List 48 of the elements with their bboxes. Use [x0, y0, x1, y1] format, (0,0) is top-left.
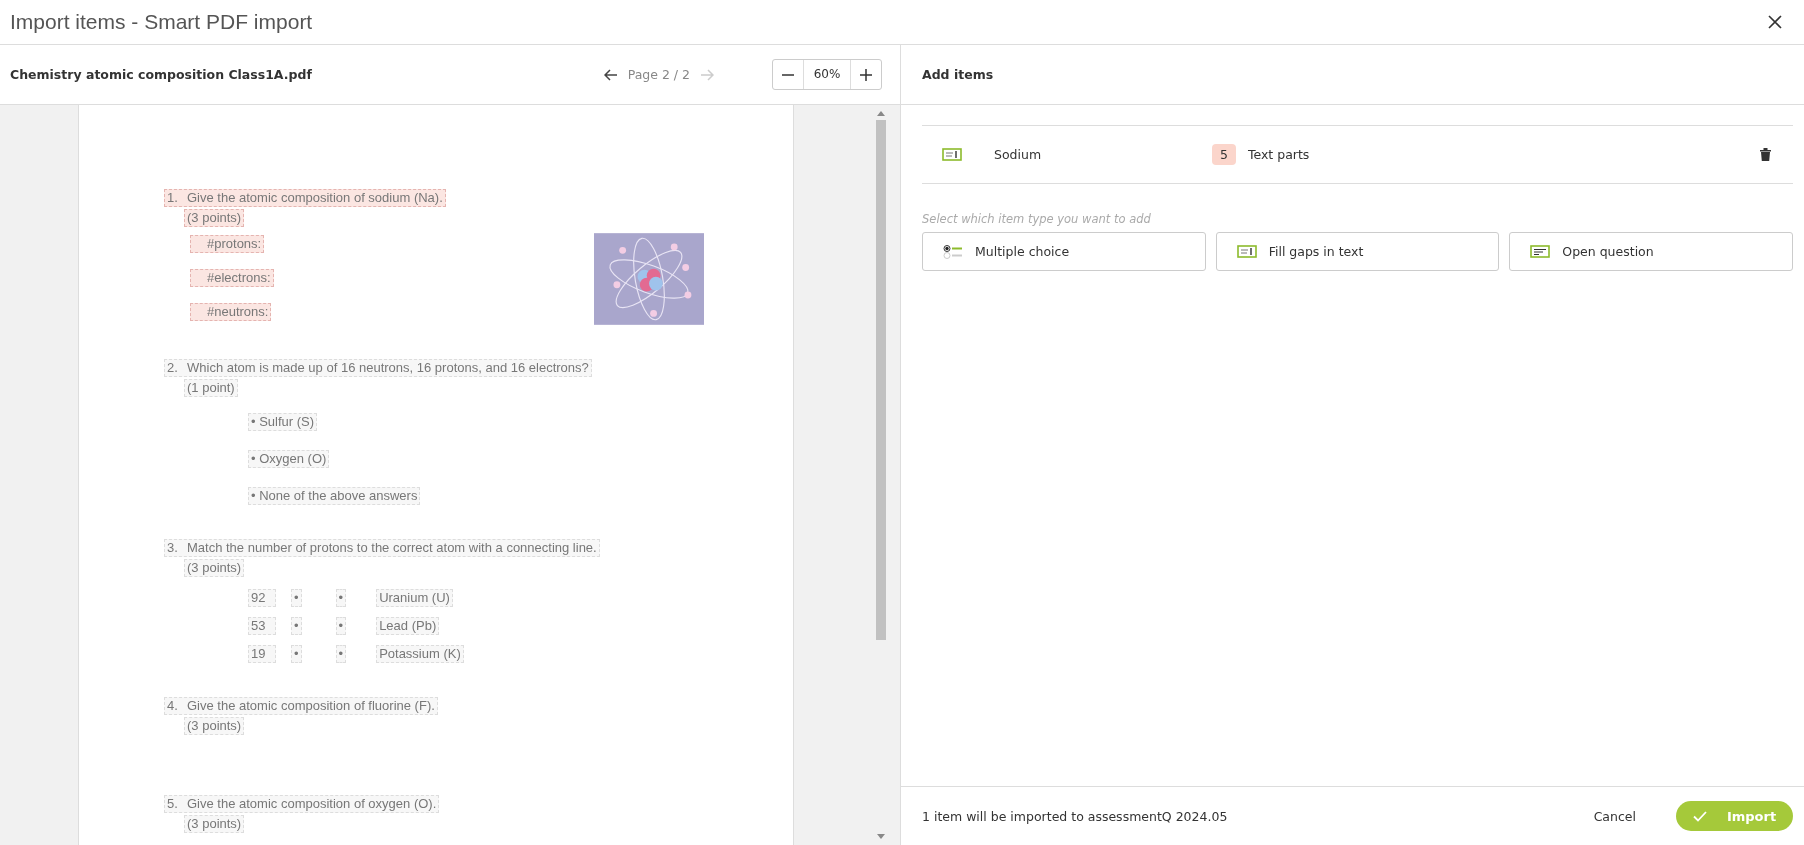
zoom-level: 60%	[803, 60, 851, 89]
check-icon	[1692, 810, 1707, 822]
question-points[interactable]: (3 points)	[184, 717, 245, 735]
gap-label[interactable]: #neutrons:	[190, 303, 272, 321]
question-text[interactable]: 2. Which atom is made up of 16 neutrons, 16 protons, and 16 electrons?	[164, 359, 592, 377]
proton-number[interactable]: 92	[248, 589, 276, 607]
item-type-button[interactable]: Multiple choice	[922, 232, 1206, 271]
question-points[interactable]: (3 points)	[184, 209, 245, 227]
question-text[interactable]: 5. Give the atomic composition of oxygen (O).	[164, 795, 440, 813]
hint-text: Select which item type you want to add	[922, 212, 1152, 226]
radio-list-icon	[943, 244, 963, 259]
proton-number[interactable]: 53	[248, 617, 276, 635]
answer-option[interactable]: • Sulfur (S)	[248, 413, 318, 431]
trash-icon[interactable]	[1760, 148, 1771, 161]
text-gap-icon	[1236, 245, 1257, 258]
question-points[interactable]: (3 points)	[184, 815, 245, 833]
count-label: Text parts	[1247, 147, 1311, 162]
previous-page-arrow-icon[interactable]	[603, 68, 618, 81]
file-name: Chemistry atomic composition Class1A.pdf	[10, 67, 313, 82]
atom-name[interactable]: Potassium (K)	[376, 645, 464, 663]
item-type-button[interactable]: Open question	[1509, 232, 1793, 271]
scroll-up-icon[interactable]	[876, 111, 885, 116]
answer-option[interactable]: • Oxygen (O)	[248, 450, 330, 468]
question-text[interactable]: 3. Match the number of protons to the correct atom with a connecting line.	[164, 539, 600, 557]
gap-label[interactable]: #electrons:	[190, 269, 274, 287]
plus-icon	[860, 68, 872, 81]
item-name: Sodium	[994, 147, 1043, 162]
window-title: Import items - Smart PDF import	[10, 10, 313, 34]
cancel-button[interactable]: Cancel	[1587, 802, 1642, 830]
text-lines-icon	[1530, 245, 1551, 258]
close-icon[interactable]	[1768, 15, 1782, 29]
answer-option[interactable]: • None of the above answers	[248, 487, 421, 505]
item-type-button[interactable]: Fill gaps in text	[1215, 232, 1500, 271]
proton-number[interactable]: 19	[248, 645, 276, 663]
scroll-down-icon[interactable]	[876, 834, 885, 839]
atom-name[interactable]: Uranium (U)	[376, 589, 453, 607]
import-summary: 1 item will be imported to assessmentQ 2024.05	[922, 808, 1229, 824]
scrollbar-thumb[interactable]	[875, 120, 886, 640]
question-text[interactable]: 4. Give the atomic composition of fluorine (F).	[164, 697, 438, 715]
page-indicator: Page 2 / 2	[627, 67, 690, 82]
panel-title: Add items	[922, 67, 994, 82]
text-gap-icon	[942, 148, 962, 161]
count-badge: 5	[1212, 144, 1236, 165]
question-points[interactable]: (1 point)	[184, 379, 238, 397]
question-text[interactable]: 1. Give the atomic composition of sodium (Na).	[164, 189, 446, 207]
atom-name[interactable]: Lead (Pb)	[376, 617, 440, 635]
question-points[interactable]: (3 points)	[184, 559, 245, 577]
gap-label[interactable]: #protons:	[190, 235, 265, 253]
